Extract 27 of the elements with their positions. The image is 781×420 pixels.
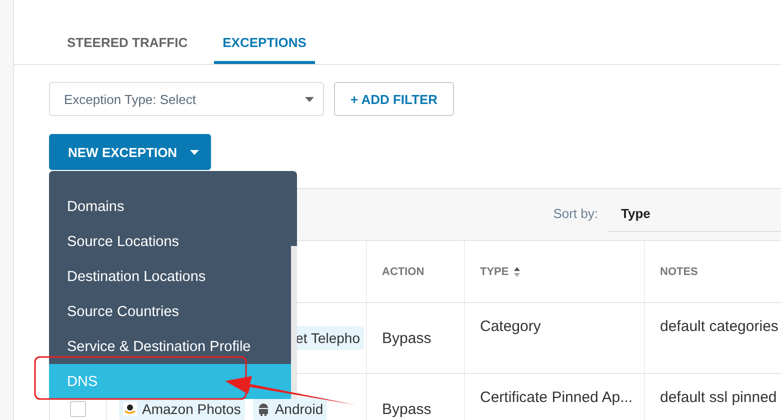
column-header: ACTION xyxy=(366,241,464,302)
app-logo-icon xyxy=(123,402,137,416)
exception-type-select[interactable]: Exception Type: Select xyxy=(49,82,324,116)
new-exception-button[interactable]: NEW EXCEPTION xyxy=(49,134,211,170)
exception-tag: Android xyxy=(252,397,328,420)
add-filter-button[interactable]: + ADD FILTER xyxy=(334,82,454,116)
menu-item[interactable]: Source Locations xyxy=(49,224,291,259)
sort-label: Sort by: xyxy=(553,206,598,221)
android-icon xyxy=(256,402,270,416)
tab[interactable]: EXCEPTIONS xyxy=(214,28,316,64)
tab[interactable]: STEERED TRAFFIC xyxy=(58,28,197,64)
menu-item[interactable]: Domains xyxy=(49,189,291,224)
menu-item[interactable]: Source Countries xyxy=(49,294,291,329)
row-checkbox[interactable] xyxy=(70,401,86,417)
table-cell: Bypass xyxy=(366,374,464,420)
table-cell: Bypass xyxy=(366,303,464,373)
table-cell: Category xyxy=(464,303,644,373)
menu-item[interactable]: Destination Locations xyxy=(49,259,291,294)
menu-item[interactable]: Service & Destination Profile xyxy=(49,329,291,364)
table-cell: default categories xyxy=(644,303,781,373)
column-header[interactable]: TYPE xyxy=(464,241,644,302)
table-cell: default ssl pinned xyxy=(644,374,781,420)
caret-icon xyxy=(305,96,314,102)
caret-icon xyxy=(190,150,200,154)
column-header: NOTES xyxy=(644,241,781,302)
table-cell: Certificate Pinned Ap... xyxy=(464,374,644,420)
sort-select[interactable]: Type xyxy=(608,195,781,232)
